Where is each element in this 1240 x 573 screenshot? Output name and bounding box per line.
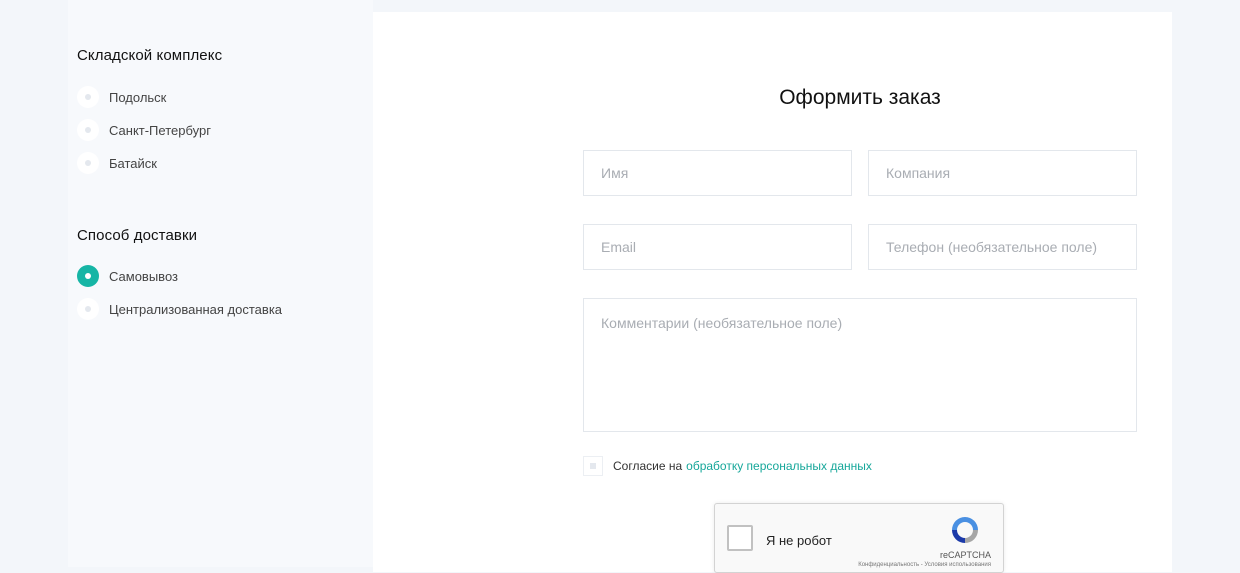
radio-icon[interactable] xyxy=(77,119,99,141)
privacy-policy-link[interactable]: обработку персональных данных xyxy=(686,459,872,473)
form-title: Оформить заказ xyxy=(779,86,941,109)
delivery-option-centralized[interactable]: Централизованная доставка xyxy=(77,298,282,320)
recaptcha-terms-link[interactable]: Конфиденциальность - Условия использован… xyxy=(858,562,991,568)
recaptcha-brand: reCAPTCHA xyxy=(939,550,991,560)
name-input[interactable] xyxy=(583,150,852,196)
recaptcha-checkbox[interactable] xyxy=(727,525,753,551)
consent-row: Согласие на обработку персональных данны… xyxy=(583,456,872,476)
delivery-option-label: Централизованная доставка xyxy=(109,301,283,317)
delivery-option-label: Самовывоз xyxy=(109,268,178,284)
warehouse-option-label: Подольск xyxy=(109,89,167,105)
warehouse-option-bataysk[interactable]: Батайск xyxy=(77,152,157,174)
warehouse-option-label: Санкт-Петербург xyxy=(109,122,211,138)
warehouse-option-podolsk[interactable]: Подольск xyxy=(77,86,166,108)
radio-icon[interactable] xyxy=(77,298,99,320)
page-margin xyxy=(0,0,68,567)
radio-icon[interactable] xyxy=(77,86,99,108)
warehouse-option-spb[interactable]: Санкт-Петербург xyxy=(77,119,211,141)
comment-textarea[interactable] xyxy=(583,298,1137,432)
recaptcha-widget: Я не робот reCAPTCHA Конфиденциальность … xyxy=(714,503,1004,573)
warehouse-title: Складской комплекс xyxy=(77,47,223,64)
radio-icon[interactable] xyxy=(77,152,99,174)
radio-checked-icon[interactable] xyxy=(77,265,99,287)
warehouse-option-label: Батайск xyxy=(109,155,157,171)
consent-checkbox[interactable] xyxy=(583,456,603,476)
delivery-title: Способ доставки xyxy=(77,227,198,244)
phone-input[interactable] xyxy=(868,224,1137,270)
consent-text: Согласие на xyxy=(613,459,683,473)
delivery-option-pickup[interactable]: Самовывоз xyxy=(77,265,178,287)
recaptcha-label: Я не робот xyxy=(766,533,832,548)
recaptcha-logo-icon xyxy=(952,517,978,543)
company-input[interactable] xyxy=(868,150,1137,196)
email-input[interactable] xyxy=(583,224,852,270)
